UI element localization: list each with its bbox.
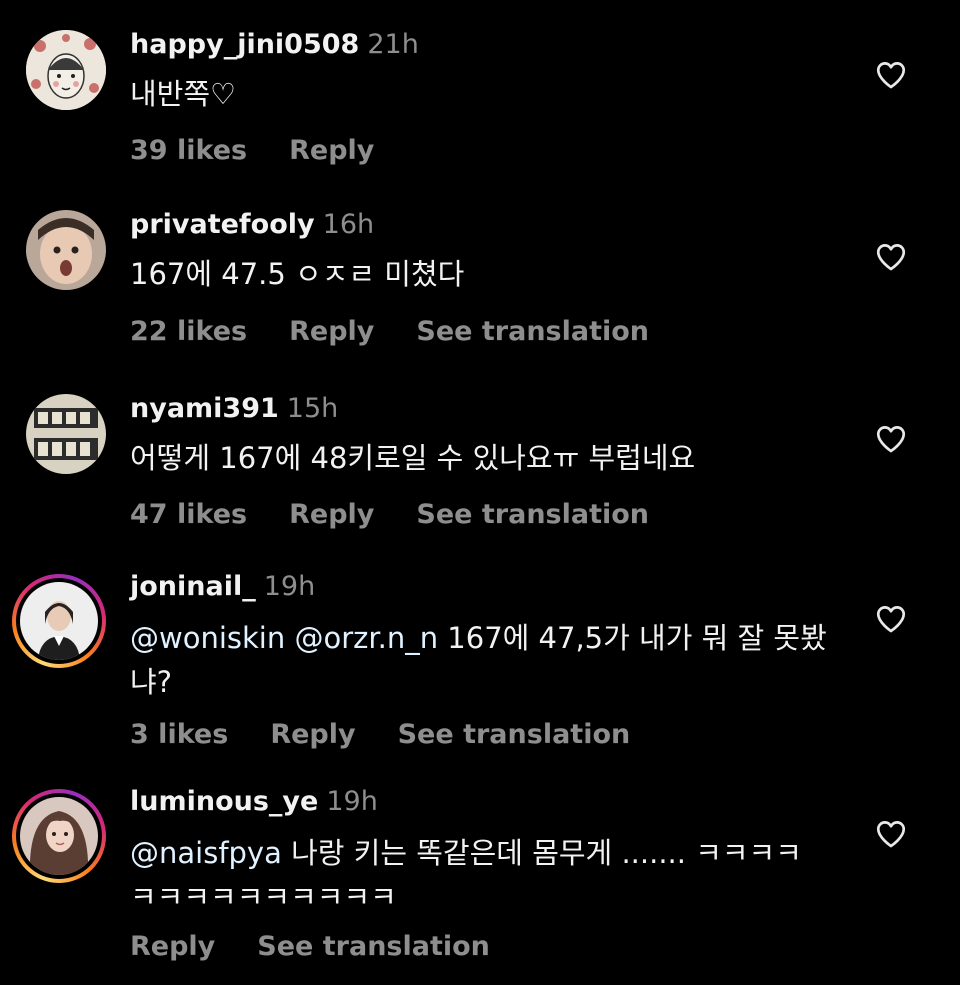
likes-count[interactable]: 47 likes — [130, 499, 247, 530]
comment-time: 16h — [322, 209, 375, 240]
reply-button[interactable]: Reply — [270, 719, 355, 750]
comment-item: joninail_ 19h @woniskin @orzr.n_n 167에 47… — [0, 560, 960, 775]
avatar-image — [26, 394, 106, 474]
avatar[interactable] — [26, 30, 106, 110]
comment-item: happy_jini0508 21h 내반쪽♡ 39 likes Reply — [0, 0, 960, 180]
comment-header: nyami391 15h — [130, 392, 338, 426]
comment-time: 19h — [263, 571, 316, 602]
comment-time: 15h — [286, 393, 339, 424]
comment-actions: 39 likes Reply — [130, 134, 416, 168]
username-link[interactable]: privatefooly — [130, 209, 315, 240]
avatar-illustration — [26, 30, 106, 110]
comment-actions: 3 likes Reply See translation — [130, 718, 672, 752]
username-link[interactable]: joninail_ — [130, 571, 256, 602]
heart-outline-icon[interactable] — [874, 58, 908, 92]
heart-outline-icon[interactable] — [874, 602, 908, 636]
comment-text: @woniskin @orzr.n_n 167에 47,5가 내가 뭐 잘 못봤… — [130, 616, 830, 704]
comment-header: joninail_ 19h — [130, 570, 315, 604]
avatar-photo — [20, 797, 98, 875]
heart-outline-icon[interactable] — [874, 240, 908, 274]
comment-time: 19h — [326, 786, 378, 817]
mention-link[interactable]: @naisfpya — [130, 836, 282, 870]
avatar-with-story-ring[interactable] — [12, 789, 106, 883]
comment-header: happy_jini0508 21h — [130, 28, 419, 62]
mention-link[interactable]: @woniskin @orzr.n_n — [130, 621, 438, 655]
likes-count[interactable]: 22 likes — [130, 316, 247, 347]
see-translation-button[interactable]: See translation — [398, 719, 631, 750]
comment-item: luminous_ye 19h @naisfpya 나랑 키는 똑같은데 몸무게 … — [0, 775, 960, 985]
reply-button[interactable]: Reply — [289, 316, 374, 347]
heart-outline-icon[interactable] — [874, 817, 908, 851]
see-translation-button[interactable]: See translation — [257, 931, 490, 962]
reply-button[interactable]: Reply — [289, 499, 374, 530]
comment-text: @naisfpya 나랑 키는 똑같은데 몸무게 ....... ㅋㅋㅋㅋㅋㅋㅋ… — [130, 831, 820, 919]
comment-actions: 47 likes Reply See translation — [130, 498, 691, 532]
avatar[interactable] — [26, 210, 106, 290]
comment-actions: 22 likes Reply See translation — [130, 315, 691, 349]
reply-button[interactable]: Reply — [289, 135, 374, 166]
comment-text: 어떻게 167에 48키로일 수 있나요ㅠ 부럽네요 — [130, 441, 696, 475]
username-link[interactable]: nyami391 — [130, 393, 279, 424]
comment-time: 21h — [367, 29, 419, 60]
see-translation-button[interactable]: See translation — [416, 316, 649, 347]
likes-count[interactable]: 39 likes — [130, 135, 247, 166]
comment-header: luminous_ye 19h — [130, 785, 378, 819]
heart-outline-icon[interactable] — [874, 422, 908, 456]
username-link[interactable]: luminous_ye — [130, 786, 318, 817]
username-link[interactable]: happy_jini0508 — [130, 29, 359, 60]
see-translation-button[interactable]: See translation — [416, 499, 649, 530]
avatar-with-story-ring[interactable] — [12, 574, 106, 668]
avatar-photo — [26, 210, 106, 290]
reply-button[interactable]: Reply — [130, 931, 215, 962]
comment-actions: Reply See translation — [130, 930, 532, 964]
avatar[interactable] — [26, 394, 106, 474]
comment-item: nyami391 15h 어떻게 167에 48키로일 수 있나요ㅠ 부럽네요 4… — [0, 370, 960, 560]
comment-text: 167에 47.5 ㅇㅈㄹ 미쳤다 — [130, 257, 465, 291]
comment-text: 내반쪽♡ — [130, 77, 237, 111]
comment-header: privatefooly 16h — [130, 208, 374, 242]
avatar-photo — [20, 582, 98, 660]
comment-item: privatefooly 16h 167에 47.5 ㅇㅈㄹ 미쳤다 22 lik… — [0, 180, 960, 370]
likes-count[interactable]: 3 likes — [130, 719, 228, 750]
